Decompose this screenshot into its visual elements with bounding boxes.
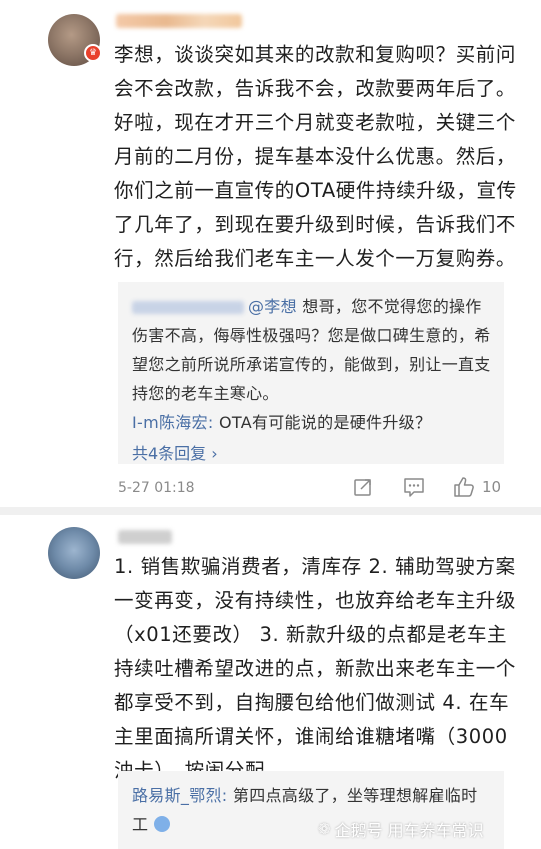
reply-username[interactable]: I-m陈海宏: [132,413,214,432]
comment-meta: 5-27 01:18 10 [118,476,508,500]
username-redacted[interactable] [116,14,242,28]
reply-item: @李想 想哥，您不觉得您的操作伤害不高，侮辱性极强吗？您是做口碑生意的，希望您之… [132,292,492,408]
share-icon [354,479,371,496]
like-button[interactable]: 10 [452,476,501,498]
comment-body: 李想，谈谈突如其来的改款和复购呗？买前问会不会改款，告诉我不会，改款要两年后了。… [114,43,517,270]
username-redacted[interactable] [118,530,172,544]
reply-item: I-m陈海宏: OTA有可能说的是硬件升级？ [132,408,492,437]
reply-username-redacted[interactable] [132,301,244,314]
reply-button[interactable] [402,476,426,498]
avatar[interactable] [48,527,100,579]
watermark: ❁ 企鹅号 用车养车常识 [318,817,484,841]
like-count: 10 [482,478,502,496]
reply-thread[interactable]: @李想 想哥，您不觉得您的操作伤害不高，侮辱性极强吗？您是做口碑生意的，希望您之… [118,282,504,464]
comment-divider [0,507,541,515]
watermark-text: 企鹅号 用车养车常识 [334,821,484,840]
reply-mention[interactable]: @李想 [248,297,297,316]
thumbs-up-icon [454,477,474,497]
penguin-logo-icon: ❁ [318,820,331,838]
emoji-icon [153,815,170,832]
reply-username[interactable]: 路易斯_鄂烈: [132,786,228,805]
share-button[interactable] [352,476,374,498]
timestamp: 5-27 01:18 [118,480,195,496]
more-replies-link[interactable]: 共4条回复 › [132,439,492,469]
comment-body: 1. 销售欺骗消费者，清库存 2. 辅助驾驶方案一变再变，没有持续性，也放弃给老… [114,555,517,782]
verified-badge-icon: ♛ [84,44,102,62]
reply-text: OTA有可能说的是硬件升级？ [218,413,432,432]
comment-icon [404,478,424,497]
